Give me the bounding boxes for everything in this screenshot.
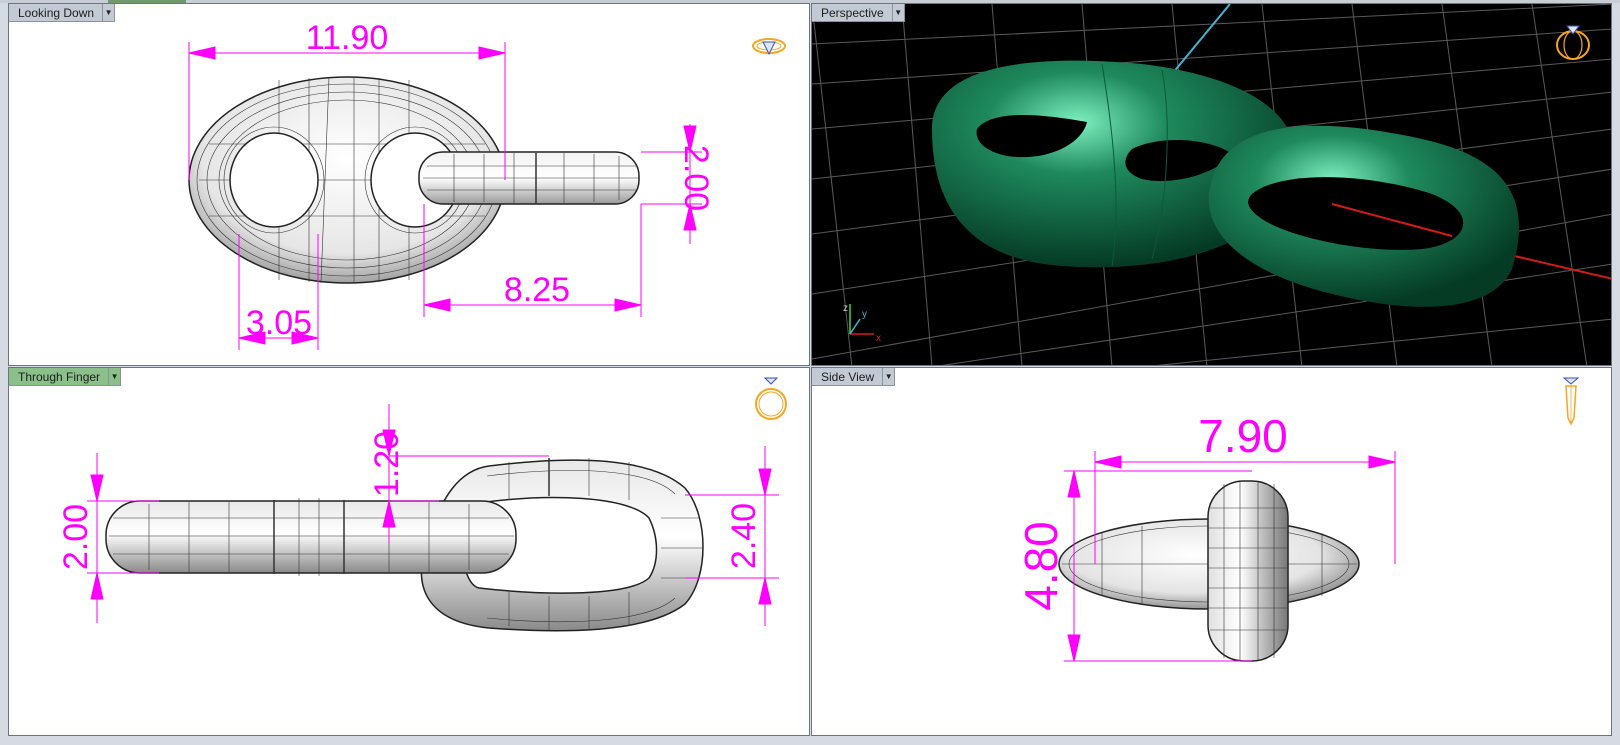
viewport-through-finger[interactable]: Through Finger ▼ 2.00 1.20 2.40 bbox=[8, 367, 810, 736]
y-axis-line bbox=[1171, 4, 1231, 75]
ring-side-view-icon[interactable] bbox=[1556, 372, 1586, 428]
ring-perspective-icon[interactable] bbox=[1552, 18, 1594, 64]
viewport-title: Side View bbox=[821, 369, 875, 384]
dim-link-height-label: 2.00 bbox=[677, 145, 715, 211]
dim-width-label: 11.90 bbox=[306, 19, 389, 57]
ring-front-view-icon[interactable] bbox=[751, 374, 791, 424]
side-profile-vertical bbox=[1207, 480, 1289, 662]
chevron-down-icon[interactable]: ▼ bbox=[882, 368, 894, 385]
ring-top-view-icon[interactable] bbox=[749, 32, 789, 62]
chevron-down-icon[interactable]: ▼ bbox=[891, 4, 904, 21]
dim-link-height-label: 2.40 bbox=[725, 503, 763, 569]
viewport-title: Perspective bbox=[821, 5, 884, 20]
axis-x-label: x bbox=[876, 333, 881, 344]
dim-hole-label: 3.05 bbox=[246, 304, 312, 342]
viewport-perspective[interactable]: Perspective ▼ z y x bbox=[811, 3, 1612, 366]
axis-z-label: z bbox=[843, 303, 848, 314]
viewport-tab-perspective[interactable]: Perspective ▼ bbox=[812, 4, 905, 22]
perspective-canvas: z y x bbox=[812, 4, 1611, 365]
chevron-down-icon[interactable]: ▼ bbox=[108, 368, 120, 385]
dim-thickness-label: 2.00 bbox=[57, 504, 95, 570]
viewport-looking-down[interactable]: Looking Down ▼ 11.90 3.05 8.25 2.00 bbox=[8, 3, 810, 366]
viewport-title: Through Finger bbox=[18, 369, 101, 384]
top-view-canvas: 11.90 3.05 8.25 2.00 bbox=[188, 19, 715, 350]
oval-link-3d bbox=[1208, 125, 1520, 307]
axis-y-label: y bbox=[862, 309, 867, 320]
oval-link-top bbox=[418, 151, 640, 205]
viewport-tab-side-view[interactable]: Side View ▼ bbox=[812, 368, 896, 386]
viewport-tab-looking-down[interactable]: Looking Down ▼ bbox=[9, 4, 116, 22]
side-view-canvas: 7.90 4.80 bbox=[1015, 410, 1396, 662]
dim-wire-label: 1.20 bbox=[368, 431, 406, 497]
chevron-down-icon[interactable]: ▼ bbox=[102, 4, 114, 21]
dim-height-label: 4.80 bbox=[1015, 521, 1067, 611]
viewport-title: Looking Down bbox=[18, 5, 95, 20]
mariner-link-front bbox=[105, 498, 517, 576]
dim-width-label: 7.90 bbox=[1198, 410, 1288, 462]
viewport-side-view[interactable]: Side View ▼ 7.90 4.80 bbox=[811, 367, 1612, 736]
dim-link-length-label: 8.25 bbox=[504, 271, 570, 309]
front-view-canvas: 2.00 1.20 2.40 bbox=[57, 404, 779, 632]
viewport-tab-through-finger[interactable]: Through Finger ▼ bbox=[9, 368, 122, 386]
